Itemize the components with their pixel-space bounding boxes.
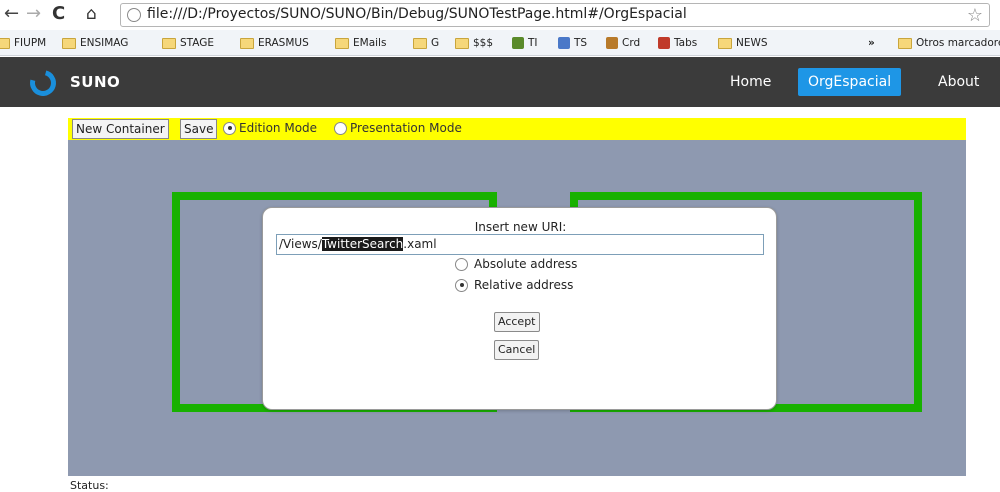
radio-unchecked-icon xyxy=(334,121,347,135)
relative-address-radio[interactable]: Relative address xyxy=(455,278,573,292)
status-label: Status: xyxy=(70,479,109,492)
folder-icon xyxy=(413,37,427,49)
bookmark-tabs[interactable]: Tabs xyxy=(658,35,697,51)
ts-favicon-icon xyxy=(558,37,570,49)
bookmark-fiupm[interactable]: FIUPM xyxy=(0,35,46,51)
tabs-favicon-icon xyxy=(658,37,670,49)
edition-mode-label: Edition Mode xyxy=(239,121,318,135)
uri-input[interactable]: /Views/TwitterSearch.xaml xyxy=(276,234,764,255)
reload-icon[interactable]: C xyxy=(52,4,65,24)
bookmark-crd[interactable]: Crd xyxy=(606,35,640,51)
brand-name[interactable]: SUNO xyxy=(70,73,120,91)
bookmark-star-icon[interactable]: ☆ xyxy=(967,5,983,26)
radio-checked-icon xyxy=(455,278,468,292)
presentation-mode-label: Presentation Mode xyxy=(350,121,462,135)
folder-icon xyxy=(162,37,176,49)
absolute-address-label: Absolute address xyxy=(474,257,578,271)
ti-favicon-icon xyxy=(512,37,524,49)
radio-unchecked-icon xyxy=(455,257,468,271)
edition-mode-radio[interactable]: Edition Mode xyxy=(223,121,317,135)
bookmark-g[interactable]: G xyxy=(413,35,439,51)
suno-logo-icon xyxy=(25,65,61,101)
nav-home[interactable]: Home xyxy=(720,68,781,96)
bookmark-stage[interactable]: STAGE xyxy=(162,35,214,51)
bookmark-ensimag[interactable]: ENSIMAG xyxy=(62,35,128,51)
accept-button[interactable]: Accept xyxy=(494,312,540,332)
bookmark-label: TI xyxy=(528,37,538,49)
bookmark-label: EMails xyxy=(353,37,387,49)
other-bookmarks[interactable]: Otros marcadores xyxy=(898,35,1000,51)
bookmarks-bar: FIUPM ENSIMAG STAGE ERASMUS EMails G $$$… xyxy=(0,30,1000,56)
folder-icon xyxy=(240,37,254,49)
app-navbar: SUNO Home OrgEspacial About xyxy=(0,57,1000,107)
bookmark-label: $$$ xyxy=(473,37,494,49)
folder-icon xyxy=(0,37,10,49)
bookmark-label: Crd xyxy=(622,37,641,49)
browser-toolbar: ← → C ⌂ file:///D:/Proyectos/SUNO/SUNO/B… xyxy=(0,0,1000,30)
crd-favicon-icon xyxy=(606,37,618,49)
bookmark-emails[interactable]: EMails xyxy=(335,35,386,51)
bookmark-ts[interactable]: TS xyxy=(558,35,587,51)
back-arrow-icon[interactable]: ← xyxy=(4,4,19,24)
absolute-address-radio[interactable]: Absolute address xyxy=(455,257,577,271)
folder-icon xyxy=(62,37,76,49)
home-icon[interactable]: ⌂ xyxy=(86,4,97,24)
bookmark-news[interactable]: NEWS xyxy=(718,35,768,51)
new-container-button[interactable]: New Container xyxy=(72,119,169,139)
address-url[interactable]: file:///D:/Proyectos/SUNO/SUNO/Bin/Debug… xyxy=(147,6,687,22)
radio-checked-icon xyxy=(223,121,236,135)
page-info-icon[interactable] xyxy=(127,8,141,22)
uri-prefix: /Views/ xyxy=(279,237,322,251)
bookmark-label: NEWS xyxy=(736,37,768,49)
bookmark-label: Tabs xyxy=(674,37,698,49)
uri-suffix: .xaml xyxy=(403,237,437,251)
folder-icon xyxy=(335,37,349,49)
bookmark-label: STAGE xyxy=(180,37,215,49)
bookmark-label: Otros marcadores xyxy=(916,37,1000,49)
bookmark-label: TS xyxy=(574,37,588,49)
address-bar[interactable]: file:///D:/Proyectos/SUNO/SUNO/Bin/Debug… xyxy=(120,3,990,27)
cancel-button[interactable]: Cancel xyxy=(494,340,540,360)
bookmark-label: ENSIMAG xyxy=(80,37,129,49)
folder-icon xyxy=(455,37,469,49)
bookmark-money[interactable]: $$$ xyxy=(455,35,493,51)
presentation-mode-radio[interactable]: Presentation Mode xyxy=(334,121,462,135)
uri-selected-text: TwitterSearch xyxy=(321,237,404,251)
relative-address-label: Relative address xyxy=(474,278,574,292)
forward-arrow-icon[interactable]: → xyxy=(26,4,41,24)
bookmark-label: G xyxy=(431,37,440,49)
folder-icon xyxy=(718,37,732,49)
bookmark-label: FIUPM xyxy=(14,37,47,49)
save-button[interactable]: Save xyxy=(180,119,218,139)
editor-toolbar: New Container Save Edition Mode Presenta… xyxy=(68,118,966,140)
dialog-title: Insert new URI: xyxy=(474,220,567,234)
insert-uri-dialog: Insert new URI: /Views/TwitterSearch.xam… xyxy=(262,207,777,410)
bookmarks-overflow-button[interactable]: » xyxy=(868,35,875,51)
nav-about[interactable]: About xyxy=(928,68,989,96)
bookmark-erasmus[interactable]: ERASMUS xyxy=(240,35,309,51)
folder-icon xyxy=(898,37,912,49)
bookmark-ti[interactable]: TI xyxy=(512,35,538,51)
nav-orgespacial[interactable]: OrgEspacial xyxy=(798,68,902,96)
bookmark-label: ERASMUS xyxy=(258,37,309,49)
